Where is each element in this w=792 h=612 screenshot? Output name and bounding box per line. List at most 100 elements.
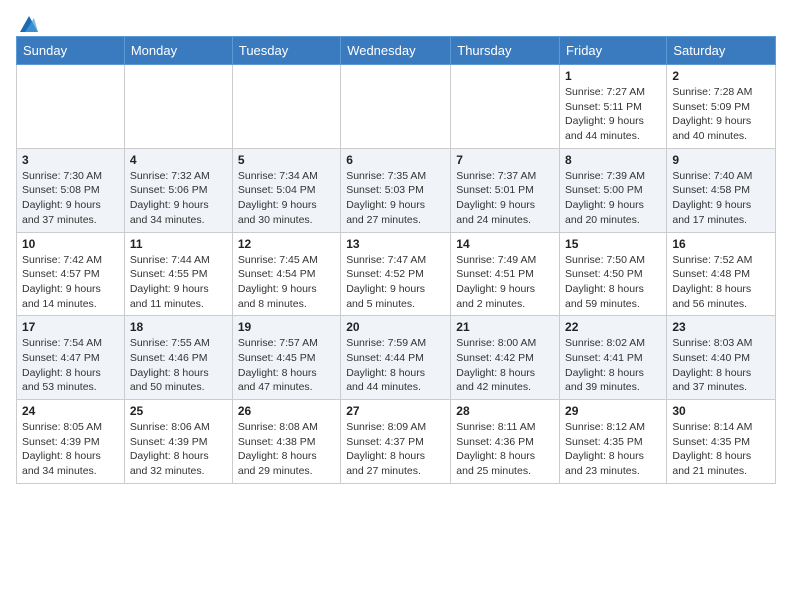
day-number: 24 <box>22 404 119 418</box>
day-info: Sunrise: 7:28 AM Sunset: 5:09 PM Dayligh… <box>672 85 770 144</box>
day-number: 17 <box>22 320 119 334</box>
calendar-cell: 27 Sunrise: 8:09 AM Sunset: 4:37 PM Dayli… <box>341 400 451 484</box>
day-info: Sunrise: 7:59 AM Sunset: 4:44 PM Dayligh… <box>346 336 445 395</box>
day-info: Sunrise: 8:05 AM Sunset: 4:39 PM Dayligh… <box>22 420 119 479</box>
day-info: Sunrise: 7:52 AM Sunset: 4:48 PM Dayligh… <box>672 253 770 312</box>
day-number: 23 <box>672 320 770 334</box>
day-number: 19 <box>238 320 335 334</box>
calendar-cell: 23Sunrise: 8:03 AM Sunset: 4:40 PM Dayli… <box>667 316 776 400</box>
calendar-header-saturday: Saturday <box>667 37 776 65</box>
calendar-cell: 13Sunrise: 7:47 AM Sunset: 4:52 PM Dayli… <box>341 232 451 316</box>
calendar-cell: 6 Sunrise: 7:35 AM Sunset: 5:03 PM Daylig… <box>341 148 451 232</box>
day-number: 14 <box>456 237 554 251</box>
day-info: Sunrise: 7:39 AM Sunset: 5:00 PM Dayligh… <box>565 169 661 228</box>
calendar-cell: 30Sunrise: 8:14 AM Sunset: 4:35 PM Dayli… <box>667 400 776 484</box>
calendar-cell <box>451 65 560 149</box>
day-info: Sunrise: 7:44 AM Sunset: 4:55 PM Dayligh… <box>130 253 227 312</box>
day-number: 13 <box>346 237 445 251</box>
day-info: Sunrise: 7:54 AM Sunset: 4:47 PM Dayligh… <box>22 336 119 395</box>
calendar-cell: 9 Sunrise: 7:40 AM Sunset: 4:58 PM Daylig… <box>667 148 776 232</box>
calendar-cell <box>341 65 451 149</box>
day-number: 8 <box>565 153 661 167</box>
day-number: 22 <box>565 320 661 334</box>
day-number: 6 <box>346 153 445 167</box>
day-number: 12 <box>238 237 335 251</box>
day-number: 25 <box>130 404 227 418</box>
header <box>16 16 776 28</box>
day-info: Sunrise: 8:00 AM Sunset: 4:42 PM Dayligh… <box>456 336 554 395</box>
calendar-header-sunday: Sunday <box>17 37 125 65</box>
calendar-cell: 4 Sunrise: 7:32 AM Sunset: 5:06 PM Daylig… <box>124 148 232 232</box>
day-info: Sunrise: 7:40 AM Sunset: 4:58 PM Dayligh… <box>672 169 770 228</box>
calendar-table: SundayMondayTuesdayWednesdayThursdayFrid… <box>16 36 776 484</box>
day-number: 2 <box>672 69 770 83</box>
calendar-cell: 28 Sunrise: 8:11 AM Sunset: 4:36 PM Dayli… <box>451 400 560 484</box>
day-number: 9 <box>672 153 770 167</box>
day-info: Sunrise: 7:37 AM Sunset: 5:01 PM Dayligh… <box>456 169 554 228</box>
day-number: 26 <box>238 404 335 418</box>
day-number: 30 <box>672 404 770 418</box>
calendar-header-thursday: Thursday <box>451 37 560 65</box>
calendar-header-row: SundayMondayTuesdayWednesdayThursdayFrid… <box>17 37 776 65</box>
day-number: 20 <box>346 320 445 334</box>
calendar-cell <box>232 65 340 149</box>
day-number: 28 <box>456 404 554 418</box>
day-number: 15 <box>565 237 661 251</box>
calendar-cell: 22 Sunrise: 8:02 AM Sunset: 4:41 PM Dayli… <box>560 316 667 400</box>
day-info: Sunrise: 7:27 AM Sunset: 5:11 PM Dayligh… <box>565 85 661 144</box>
calendar-cell <box>124 65 232 149</box>
calendar-cell: 5 Sunrise: 7:34 AM Sunset: 5:04 PM Daylig… <box>232 148 340 232</box>
calendar-cell: 17 Sunrise: 7:54 AM Sunset: 4:47 PM Dayli… <box>17 316 125 400</box>
day-number: 16 <box>672 237 770 251</box>
day-number: 5 <box>238 153 335 167</box>
day-info: Sunrise: 8:12 AM Sunset: 4:35 PM Dayligh… <box>565 420 661 479</box>
day-info: Sunrise: 8:08 AM Sunset: 4:38 PM Dayligh… <box>238 420 335 479</box>
day-number: 21 <box>456 320 554 334</box>
calendar-cell: 1 Sunrise: 7:27 AM Sunset: 5:11 PM Daylig… <box>560 65 667 149</box>
calendar-cell: 19Sunrise: 7:57 AM Sunset: 4:45 PM Dayli… <box>232 316 340 400</box>
calendar-cell: 15Sunrise: 7:50 AM Sunset: 4:50 PM Dayli… <box>560 232 667 316</box>
day-info: Sunrise: 7:35 AM Sunset: 5:03 PM Dayligh… <box>346 169 445 228</box>
calendar-cell: 21 Sunrise: 8:00 AM Sunset: 4:42 PM Dayli… <box>451 316 560 400</box>
day-info: Sunrise: 7:45 AM Sunset: 4:54 PM Dayligh… <box>238 253 335 312</box>
calendar-cell: 8 Sunrise: 7:39 AM Sunset: 5:00 PM Daylig… <box>560 148 667 232</box>
calendar-week-row: 24 Sunrise: 8:05 AM Sunset: 4:39 PM Dayli… <box>17 400 776 484</box>
calendar-header-friday: Friday <box>560 37 667 65</box>
calendar-cell <box>17 65 125 149</box>
logo-icon <box>20 16 38 32</box>
calendar-cell: 11Sunrise: 7:44 AM Sunset: 4:55 PM Dayli… <box>124 232 232 316</box>
calendar-week-row: 17 Sunrise: 7:54 AM Sunset: 4:47 PM Dayli… <box>17 316 776 400</box>
day-number: 27 <box>346 404 445 418</box>
calendar-week-row: 1 Sunrise: 7:27 AM Sunset: 5:11 PM Daylig… <box>17 65 776 149</box>
calendar-cell: 2 Sunrise: 7:28 AM Sunset: 5:09 PM Daylig… <box>667 65 776 149</box>
day-info: Sunrise: 7:55 AM Sunset: 4:46 PM Dayligh… <box>130 336 227 395</box>
day-info: Sunrise: 8:11 AM Sunset: 4:36 PM Dayligh… <box>456 420 554 479</box>
day-info: Sunrise: 7:42 AM Sunset: 4:57 PM Dayligh… <box>22 253 119 312</box>
calendar-cell: 7 Sunrise: 7:37 AM Sunset: 5:01 PM Daylig… <box>451 148 560 232</box>
day-number: 4 <box>130 153 227 167</box>
day-number: 18 <box>130 320 227 334</box>
calendar-cell: 10Sunrise: 7:42 AM Sunset: 4:57 PM Dayli… <box>17 232 125 316</box>
calendar-cell: 29Sunrise: 8:12 AM Sunset: 4:35 PM Dayli… <box>560 400 667 484</box>
day-number: 7 <box>456 153 554 167</box>
logo <box>16 16 38 28</box>
day-info: Sunrise: 8:09 AM Sunset: 4:37 PM Dayligh… <box>346 420 445 479</box>
calendar-cell: 26 Sunrise: 8:08 AM Sunset: 4:38 PM Dayli… <box>232 400 340 484</box>
calendar-header-monday: Monday <box>124 37 232 65</box>
day-info: Sunrise: 8:02 AM Sunset: 4:41 PM Dayligh… <box>565 336 661 395</box>
calendar-header-tuesday: Tuesday <box>232 37 340 65</box>
calendar-week-row: 10Sunrise: 7:42 AM Sunset: 4:57 PM Dayli… <box>17 232 776 316</box>
day-info: Sunrise: 7:32 AM Sunset: 5:06 PM Dayligh… <box>130 169 227 228</box>
day-info: Sunrise: 7:49 AM Sunset: 4:51 PM Dayligh… <box>456 253 554 312</box>
calendar-cell: 16 Sunrise: 7:52 AM Sunset: 4:48 PM Dayli… <box>667 232 776 316</box>
calendar-cell: 12 Sunrise: 7:45 AM Sunset: 4:54 PM Dayli… <box>232 232 340 316</box>
calendar-cell: 24 Sunrise: 8:05 AM Sunset: 4:39 PM Dayli… <box>17 400 125 484</box>
calendar-cell: 14 Sunrise: 7:49 AM Sunset: 4:51 PM Dayli… <box>451 232 560 316</box>
day-info: Sunrise: 7:34 AM Sunset: 5:04 PM Dayligh… <box>238 169 335 228</box>
calendar-week-row: 3Sunrise: 7:30 AM Sunset: 5:08 PM Daylig… <box>17 148 776 232</box>
calendar-cell: 3Sunrise: 7:30 AM Sunset: 5:08 PM Daylig… <box>17 148 125 232</box>
day-number: 1 <box>565 69 661 83</box>
calendar-cell: 18 Sunrise: 7:55 AM Sunset: 4:46 PM Dayli… <box>124 316 232 400</box>
calendar-header-wednesday: Wednesday <box>341 37 451 65</box>
calendar-cell: 25Sunrise: 8:06 AM Sunset: 4:39 PM Dayli… <box>124 400 232 484</box>
